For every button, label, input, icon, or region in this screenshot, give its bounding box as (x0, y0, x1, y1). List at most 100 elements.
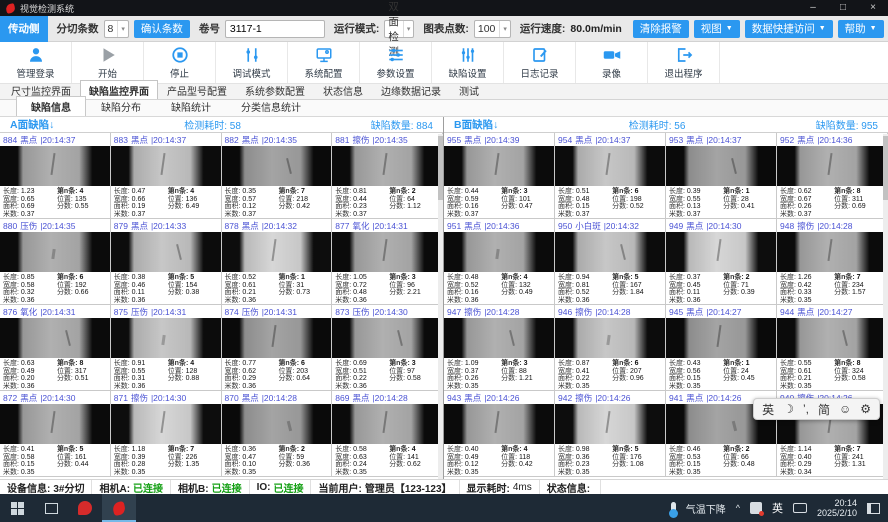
defect-cell[interactable]: 881擦伤|20:14:35长度: 0.81宽度: 0.44面积: 0.23米数… (332, 133, 443, 219)
defect-image[interactable] (111, 318, 221, 358)
defect-image[interactable] (444, 146, 554, 186)
action-camera-button[interactable]: 录像 (576, 42, 648, 83)
defect-image[interactable] (111, 404, 221, 444)
defect-cell[interactable]: 953黑点|20:14:37长度: 0.39宽度: 0.55面积: 0.13米数… (666, 133, 777, 219)
ime-moon-icon[interactable]: ☽ (783, 402, 794, 416)
defect-cell[interactable]: 883黑点|20:14:37长度: 0.47宽度: 0.66面积: 0.19米数… (111, 133, 222, 219)
action-log-button[interactable]: 日志记录 (504, 42, 576, 83)
run-mode-select[interactable]: 双面检测 ▾ (384, 20, 414, 38)
defect-cell[interactable]: 876氧化|20:14:31长度: 0.63宽度: 0.49面积: 0.20米数… (0, 305, 111, 391)
main-tab-6[interactable]: 边缘数据记录 (372, 80, 450, 99)
action-user-button[interactable]: 管理登录 (0, 42, 72, 83)
defect-image[interactable] (222, 404, 332, 444)
defect-cell[interactable]: 952黑点|20:14:36长度: 0.62宽度: 0.67面积: 0.26米数… (777, 133, 888, 219)
defect-cell[interactable]: 951黑点|20:14:36长度: 0.48宽度: 0.52面积: 0.16米数… (444, 219, 555, 305)
defect-cell[interactable]: 871擦伤|20:14:30长度: 1.18宽度: 0.39面积: 0.28米数… (111, 391, 222, 477)
defect-cell[interactable]: 879黑点|20:14:33长度: 0.38宽度: 0.46面积: 0.11米数… (111, 219, 222, 305)
defect-cell[interactable]: 873压伤|20:14:30长度: 0.69宽度: 0.51面积: 0.22米数… (332, 305, 443, 391)
defect-cell[interactable]: 870黑点|20:14:28长度: 0.36宽度: 0.47面积: 0.10米数… (222, 391, 333, 477)
chart-points-select[interactable]: 100 ▾ (474, 20, 511, 38)
sub-tab-3[interactable]: 缺陷统计 (156, 96, 226, 116)
main-tab-5[interactable]: 状态信息 (314, 80, 372, 99)
maximize-button[interactable]: □ (828, 0, 858, 16)
defect-image[interactable] (555, 318, 665, 358)
defect-image[interactable] (222, 318, 332, 358)
defect-cell[interactable]: 944黑点|20:14:27长度: 0.55宽度: 0.61面积: 0.21米数… (777, 305, 888, 391)
defect-image[interactable] (0, 404, 110, 444)
start-button[interactable] (0, 494, 34, 522)
weather-text[interactable]: 气温下降 (686, 501, 726, 516)
close-button[interactable]: × (858, 0, 888, 16)
ime-settings-icon[interactable]: ⚙ (860, 402, 871, 416)
drive-side-button[interactable]: 传动侧 (0, 16, 48, 42)
defect-image[interactable] (555, 232, 665, 272)
action-monitor-button[interactable]: 系统配置 (288, 42, 360, 83)
coil-number-input[interactable] (225, 20, 325, 38)
action-stop-button[interactable]: 停止 (144, 42, 216, 83)
scrollbar-thumb[interactable] (438, 136, 443, 200)
defect-cell[interactable]: 882黑点|20:14:35长度: 0.35宽度: 0.57面积: 0.12米数… (222, 133, 333, 219)
main-tab-7[interactable]: 测试 (450, 80, 488, 99)
defect-image[interactable] (332, 404, 442, 444)
defect-image[interactable] (666, 232, 776, 272)
defect-image[interactable] (332, 318, 442, 358)
action-exit-button[interactable]: 退出程序 (648, 42, 720, 83)
defect-cell[interactable]: 945黑点|20:14:27长度: 0.43宽度: 0.56面积: 0.15米数… (666, 305, 777, 391)
defect-image[interactable] (332, 232, 442, 272)
notification-center-icon[interactable] (867, 503, 880, 514)
hidden-icons-chevron[interactable]: ^ (736, 503, 740, 513)
defect-cell[interactable]: 954黑点|20:14:37长度: 0.51宽度: 0.48面积: 0.15米数… (555, 133, 666, 219)
action-defect-settings-button[interactable]: 缺陷设置 (432, 42, 504, 83)
defect-cell[interactable]: 946擦伤|20:14:28长度: 0.87宽度: 0.41面积: 0.22米数… (555, 305, 666, 391)
defect-image[interactable] (777, 232, 887, 272)
defect-image[interactable] (222, 232, 332, 272)
action-params-button[interactable]: 参数设置 (360, 42, 432, 83)
clear-alarm-button[interactable]: 清除报警 (633, 20, 689, 38)
defect-image[interactable] (777, 318, 887, 358)
defect-image[interactable] (777, 146, 887, 186)
taskbar-app-inspection-active[interactable] (102, 494, 136, 522)
defect-image[interactable] (0, 146, 110, 186)
defect-image[interactable] (666, 318, 776, 358)
defect-image[interactable] (222, 146, 332, 186)
defect-image[interactable] (0, 232, 110, 272)
minimize-button[interactable]: – (798, 0, 828, 16)
defect-cell[interactable]: 942擦伤|20:14:26长度: 0.98宽度: 0.36面积: 0.23米数… (555, 391, 666, 477)
taskbar-clock[interactable]: 20:14 2025/2/10 (817, 498, 857, 518)
task-view-button[interactable] (34, 494, 68, 522)
defect-cell[interactable]: 877氧化|20:14:31长度: 1.05宽度: 0.72面积: 0.48米数… (332, 219, 443, 305)
defect-image[interactable] (666, 146, 776, 186)
panel-scrollbar[interactable] (438, 134, 443, 479)
ime-punctuation-icon[interactable]: ’, (803, 402, 809, 416)
help-menu-button[interactable]: 帮助 ▼ (838, 20, 884, 38)
sub-tab-2[interactable]: 缺陷分布 (86, 96, 156, 116)
view-menu-button[interactable]: 视图 ▼ (694, 20, 740, 38)
ime-lang-english[interactable]: 英 (762, 401, 774, 418)
defect-image[interactable] (332, 146, 442, 186)
defect-cell[interactable]: 947擦伤|20:14:28长度: 1.09宽度: 0.37面积: 0.26米数… (444, 305, 555, 391)
action-play-button[interactable]: 开始 (72, 42, 144, 83)
taskbar-app-browser[interactable] (68, 494, 102, 522)
defect-cell[interactable]: 955黑点|20:14:39长度: 0.44宽度: 0.59面积: 0.16米数… (444, 133, 555, 219)
defect-cell[interactable]: 872黑点|20:14:30长度: 0.41宽度: 0.58面积: 0.15米数… (0, 391, 111, 477)
defect-image[interactable] (555, 146, 665, 186)
confirm-count-button[interactable]: 确认条数 (134, 20, 190, 38)
action-debug-button[interactable]: 调试模式 (216, 42, 288, 83)
defect-image[interactable] (444, 404, 554, 444)
quick-access-menu-button[interactable]: 数据快捷访问 ▼ (745, 20, 833, 38)
defect-cell[interactable]: 874压伤|20:14:31长度: 0.77宽度: 0.62面积: 0.29米数… (222, 305, 333, 391)
defect-cell[interactable]: 948擦伤|20:14:28长度: 1.26宽度: 0.42面积: 0.33米数… (777, 219, 888, 305)
input-language-indicator[interactable]: 英 (772, 500, 783, 516)
defect-image[interactable] (111, 146, 221, 186)
defect-cell[interactable]: 950小白斑|20:14:32长度: 0.94宽度: 0.81面积: 0.52米… (555, 219, 666, 305)
slit-count-select[interactable]: 8 ▾ (104, 20, 129, 38)
ime-tray-icon[interactable] (750, 502, 762, 514)
defect-cell[interactable]: 949黑点|20:14:30长度: 0.37宽度: 0.45面积: 0.11米数… (666, 219, 777, 305)
defect-cell[interactable]: 880压伤|20:14:35长度: 0.85宽度: 0.58面积: 0.32米数… (0, 219, 111, 305)
panel-scrollbar[interactable] (883, 134, 888, 479)
defect-image[interactable] (0, 318, 110, 358)
scrollbar-thumb[interactable] (883, 136, 888, 200)
defect-cell[interactable]: 878黑点|20:14:32长度: 0.52宽度: 0.61面积: 0.21米数… (222, 219, 333, 305)
defect-image[interactable] (555, 404, 665, 444)
defect-cell[interactable]: 875压伤|20:14:31长度: 0.91宽度: 0.55面积: 0.31米数… (111, 305, 222, 391)
